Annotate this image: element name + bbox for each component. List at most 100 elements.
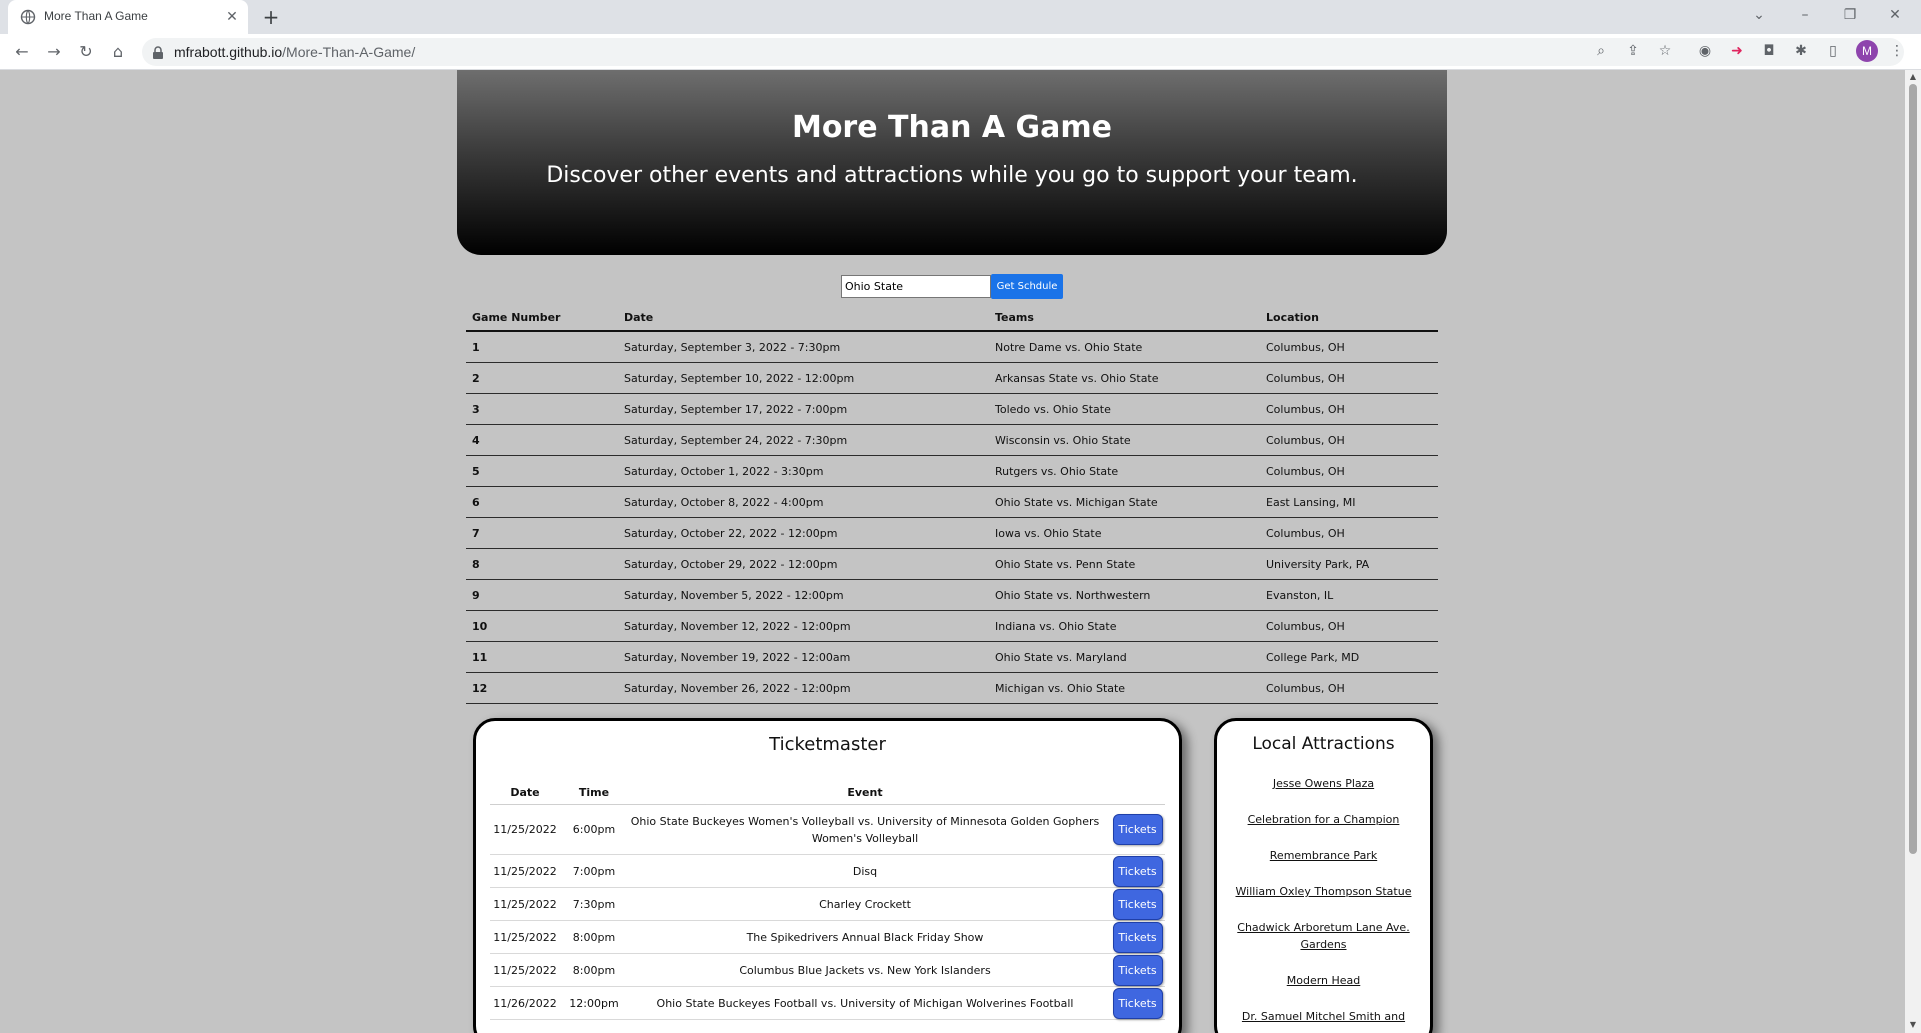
zoom-icon[interactable]: ⌕ — [1590, 40, 1612, 62]
game-teams: Arkansas State vs. Ohio State — [995, 371, 1159, 385]
page-content: More Than A Game Discover other events a… — [0, 70, 1905, 1033]
scroll-down-icon[interactable]: ▼ — [1908, 1020, 1918, 1030]
attraction-link[interactable]: Chadwick Arboretum Lane Ave. Gardens — [1225, 919, 1422, 953]
scroll-up-icon[interactable]: ▲ — [1908, 72, 1918, 82]
event-name: Columbus Blue Jackets vs. New York Islan… — [739, 963, 991, 977]
event-date: 11/26/2022 — [493, 996, 557, 1010]
game-date: Saturday, September 10, 2022 - 12:00pm — [624, 371, 855, 385]
camera-icon[interactable]: ◘ — [1758, 40, 1780, 62]
page-scrollbar[interactable]: ▲ ▼ — [1905, 70, 1921, 1033]
star-icon[interactable]: ☆ — [1654, 40, 1676, 62]
attraction-link[interactable]: William Oxley Thompson Statue — [1225, 883, 1422, 900]
game-number: 8 — [472, 557, 480, 571]
event-name: Ohio State Buckeyes Football vs. Univers… — [656, 996, 1074, 1010]
browser-toolbar: ← → ↻ ⌂ mfrabott.github.io/More-Than-A-G… — [0, 34, 1921, 70]
event-name: Charley Crockett — [819, 897, 911, 911]
game-number: 6 — [472, 495, 480, 509]
minimize-icon[interactable]: – — [1789, 0, 1821, 30]
tickets-button[interactable]: Tickets — [1112, 954, 1163, 986]
game-number: 5 — [472, 464, 480, 478]
local-attractions-card: Local Attractions Jesse Owens Plaza Celeb… — [1214, 718, 1433, 1033]
page-subtitle: Discover other events and attractions wh… — [546, 163, 1358, 188]
game-location: University Park, PA — [1266, 557, 1370, 571]
table-row: 3 Saturday, September 17, 2022 - 7:00pm To… — [466, 394, 1438, 425]
table-row: 4 Saturday, September 24, 2022 - 7:30pm Wi… — [466, 425, 1438, 456]
event-name: Disq — [852, 864, 878, 878]
attraction-link[interactable]: Dr. Samuel Mitchel Smith and — [1225, 1008, 1422, 1025]
back-icon[interactable]: ← — [10, 40, 34, 64]
close-window-icon[interactable]: ✕ — [1879, 0, 1911, 30]
event-date: 11/25/2022 — [493, 897, 557, 911]
get-schedule-button[interactable]: Get Schdule — [991, 274, 1063, 299]
tab-strip: More Than A Game ✕ + ⌄ – ❐ ✕ — [0, 0, 1921, 34]
event-date: 11/25/2022 — [493, 864, 557, 878]
event-row: 11/25/2022 8:00pm Columbus Blue Jackets vs… — [490, 954, 1165, 987]
tickets-button[interactable]: Tickets — [1112, 888, 1163, 920]
tickets-button[interactable]: Tickets — [1112, 814, 1163, 845]
column-header: Event — [847, 786, 883, 799]
extension-icon[interactable]: ◉ — [1694, 40, 1716, 62]
attractions-list: Jesse Owens Plaza Celebration for a Champ… — [1225, 775, 1422, 1033]
chevron-down-icon[interactable]: ⌄ — [1743, 0, 1775, 30]
sidepanel-icon[interactable]: ▯ — [1822, 40, 1844, 62]
forward-icon[interactable]: → — [42, 40, 66, 64]
close-icon[interactable]: ✕ — [224, 9, 240, 25]
game-teams: Indiana vs. Ohio State — [995, 619, 1117, 633]
table-row: 9 Saturday, November 5, 2022 - 12:00pm Ohi… — [466, 580, 1438, 611]
table-row: 5 Saturday, October 1, 2022 - 3:30pm Rutge… — [466, 456, 1438, 487]
game-number: 9 — [472, 588, 480, 602]
new-tab-button[interactable]: + — [260, 6, 282, 28]
game-teams: Ohio State vs. Maryland — [995, 650, 1127, 664]
tickets-cell: Tickets — [1110, 805, 1165, 854]
reload-icon[interactable]: ↻ — [74, 40, 98, 64]
team-search-input[interactable] — [841, 275, 991, 298]
tickets-cell: Tickets — [1110, 921, 1165, 953]
event-time: 7:30pm — [572, 897, 616, 911]
game-date: Saturday, September 3, 2022 - 7:30pm — [624, 340, 841, 354]
game-location: Columbus, OH — [1266, 681, 1345, 695]
attraction-link[interactable]: Remembrance Park — [1225, 847, 1422, 864]
menu-icon[interactable]: ⋮ — [1886, 40, 1908, 62]
attraction-link[interactable]: Celebration for a Champion — [1225, 811, 1422, 828]
attractions-title: Local Attractions — [1252, 734, 1395, 754]
avatar[interactable]: M — [1856, 40, 1878, 62]
game-location: Columbus, OH — [1266, 464, 1345, 478]
events-header-row: Date Time Event — [490, 781, 1165, 805]
share-icon[interactable]: ⇪ — [1622, 40, 1644, 62]
tickets-cell: Tickets — [1110, 954, 1165, 986]
game-number: 10 — [472, 619, 488, 633]
event-date: 11/25/2022 — [493, 930, 557, 944]
tickets-button[interactable]: Tickets — [1112, 855, 1163, 887]
tickets-button[interactable]: Tickets — [1112, 921, 1163, 953]
game-teams: Ohio State vs. Michigan State — [995, 495, 1158, 509]
column-header: Date — [510, 786, 540, 799]
game-date: Saturday, November 19, 2022 - 12:00am — [624, 650, 851, 664]
attraction-link[interactable]: Jesse Owens Plaza — [1225, 775, 1422, 792]
game-location: Columbus, OH — [1266, 433, 1345, 447]
tickets-cell: Tickets — [1110, 987, 1165, 1019]
home-icon[interactable]: ⌂ — [106, 40, 130, 64]
game-teams: Wisconsin vs. Ohio State — [995, 433, 1131, 447]
schedule-table: Game Number Date Teams Location 1 Saturda… — [466, 304, 1438, 704]
game-date: Saturday, October 1, 2022 - 3:30pm — [624, 464, 824, 478]
lock-icon[interactable] — [152, 45, 164, 59]
game-date: Saturday, October 22, 2022 - 12:00pm — [624, 526, 838, 540]
game-number: 2 — [472, 371, 480, 385]
column-header: Time — [578, 786, 610, 799]
game-teams: Rutgers vs. Ohio State — [995, 464, 1119, 478]
extensions-icon[interactable]: ✱ — [1790, 40, 1812, 62]
event-time: 7:00pm — [572, 864, 616, 878]
game-date: Saturday, September 24, 2022 - 7:30pm — [624, 433, 848, 447]
event-time: 8:00pm — [572, 963, 616, 977]
game-teams: Ohio State vs. Northwestern — [995, 588, 1151, 602]
scroll-thumb[interactable] — [1909, 84, 1917, 854]
browser-tab[interactable]: More Than A Game ✕ — [8, 0, 248, 34]
page-title: More Than A Game — [791, 110, 1113, 145]
restore-icon[interactable]: ❐ — [1834, 0, 1866, 30]
game-number: 12 — [472, 681, 488, 695]
tickets-button[interactable]: Tickets — [1112, 987, 1163, 1019]
extension-icon[interactable]: ➜ — [1726, 40, 1748, 62]
attraction-link[interactable]: Modern Head — [1225, 972, 1422, 989]
game-number: 4 — [472, 433, 480, 447]
table-row: 6 Saturday, October 8, 2022 - 4:00pm Ohio … — [466, 487, 1438, 518]
